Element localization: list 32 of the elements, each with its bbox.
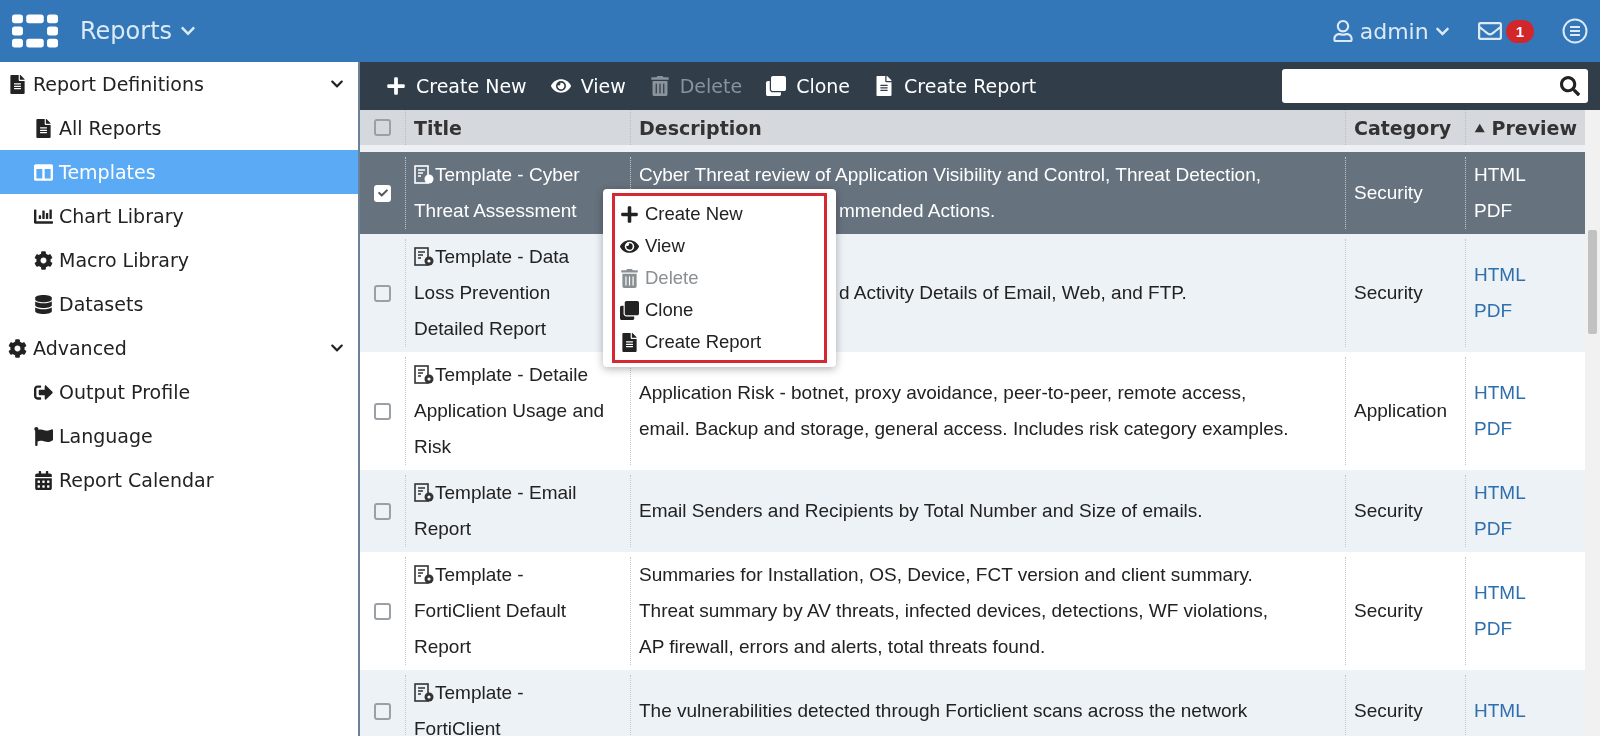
description-text: Threat summary by AV threats, infected devices, detections, WF violations, (639, 599, 1269, 623)
description-text: d Activity Details of Email, Web, and FTP. (839, 281, 1187, 305)
template-title: Template - Email (435, 481, 577, 505)
template-title: FortiClient Default (414, 599, 567, 623)
description-text: Cyber Threat review of Application Visibility and Control, Threat Detection, (639, 163, 1262, 187)
template-title: Template - Cyber (435, 163, 580, 187)
template-title: Report (414, 517, 472, 541)
description-text: The vulnerabilities detected through Forticlient scans across the network (639, 699, 1248, 723)
description-text: email. Backup and storage, general access. Includes risk category examples. (639, 417, 1289, 441)
category-text: Security (1354, 181, 1424, 205)
template-title: Template - Detaile (435, 363, 589, 387)
description-text: Summaries for Installation, OS, Device, FCT version and client summary. (639, 563, 1253, 587)
template-title: Loss Prevention (414, 281, 551, 305)
category-text: Security (1354, 599, 1424, 623)
template-title: Detailed Report (414, 317, 547, 341)
template-title: Application Usage and (414, 399, 605, 423)
category-text: Security (1354, 699, 1424, 723)
category-text: Security (1354, 281, 1424, 305)
template-title: Risk (414, 435, 451, 459)
template-title: Template - (435, 681, 524, 705)
template-title: Template - Data (435, 245, 570, 269)
template-title: Threat Assessment (414, 199, 577, 223)
notification-count: 1 (1505, 19, 1534, 43)
description-text: Email Senders and Recipients by Total Number and Size of emails. (639, 499, 1203, 523)
description-text: mmended Actions. (839, 199, 996, 223)
category-text: Security (1354, 499, 1424, 523)
description-text: Application Risk - botnet, proxy avoidance, peer-to-peer, remote access, (639, 381, 1247, 405)
template-title: Template - (435, 563, 524, 587)
template-title: FortiClient (414, 717, 501, 736)
category-text: Application (1354, 399, 1448, 423)
template-title: Report (414, 635, 472, 659)
description-text: AP firewall, errors and alerts, total threats found. (639, 635, 1046, 659)
